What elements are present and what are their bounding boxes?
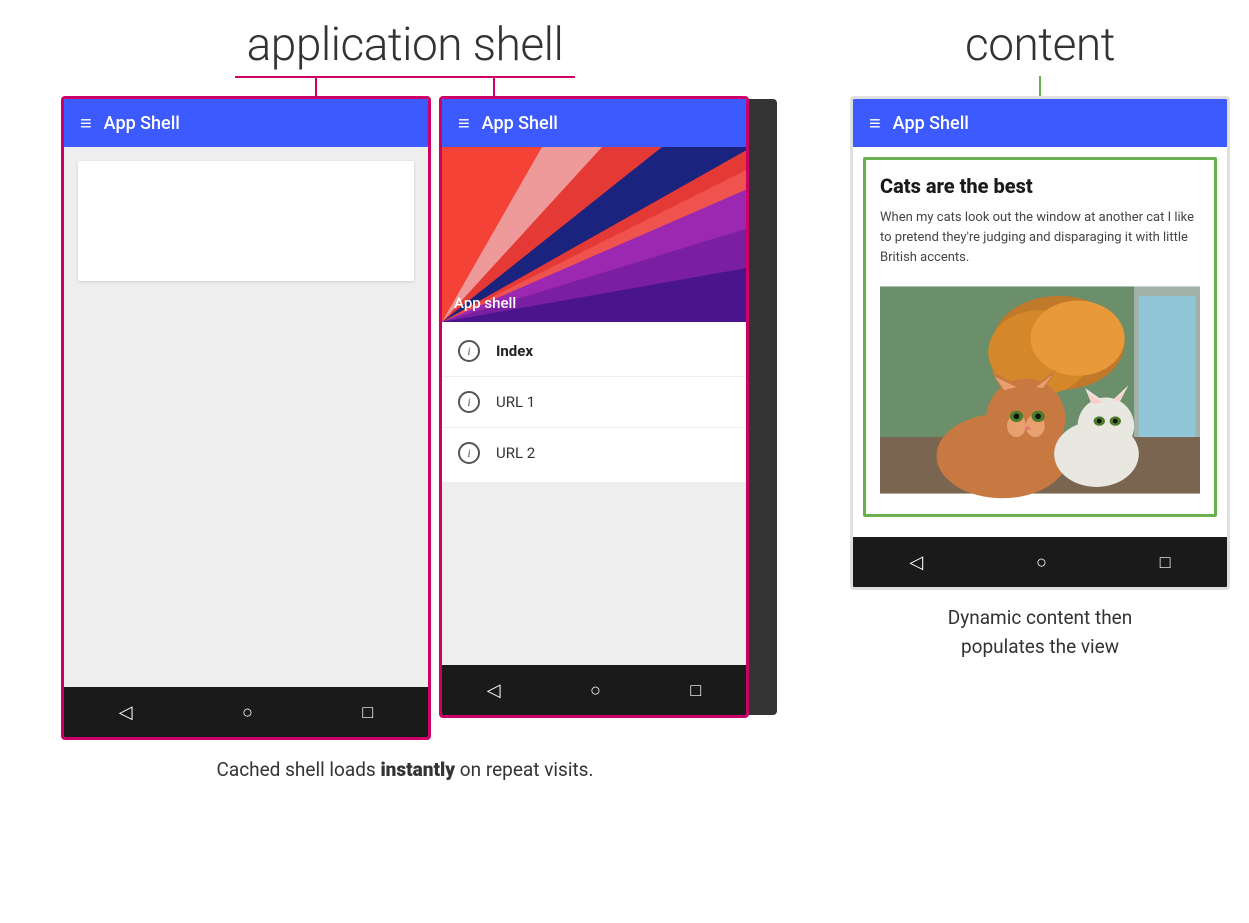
phone2-toolbar: ≡ App Shell xyxy=(442,99,746,147)
home-icon-1: ○ xyxy=(242,702,253,723)
phone2-navbar: ◁ ○ □ xyxy=(442,665,746,715)
hamburger-icon-3: ≡ xyxy=(869,111,881,136)
back-icon-2: ◁ xyxy=(487,680,501,701)
phone1-title: App Shell xyxy=(104,113,180,134)
square-icon-2: □ xyxy=(690,680,701,701)
right-caption: Dynamic content then populates the view xyxy=(948,604,1132,661)
hero-image: App shell xyxy=(442,147,746,322)
square-icon-1: □ xyxy=(362,702,373,723)
phone-1: ≡ App Shell ◁ ○ □ xyxy=(61,96,431,740)
phone-3: ≡ App Shell Cats are the best When my ca… xyxy=(850,96,1230,590)
content-label: content xyxy=(965,18,1115,72)
back-icon-3: ◁ xyxy=(909,552,923,573)
info-icon-url2: i xyxy=(458,442,480,464)
drawer-list: i Index i URL 1 i URL 2 xyxy=(442,322,746,482)
drawer-app-label: App shell xyxy=(454,294,516,312)
phone3-navbar: ◁ ○ □ xyxy=(853,537,1227,587)
left-caption: Cached shell loads instantly on repeat v… xyxy=(217,756,594,785)
square-icon-3: □ xyxy=(1160,552,1171,573)
phone1-toolbar: ≡ App Shell xyxy=(64,99,428,147)
home-icon-3: ○ xyxy=(1036,552,1047,573)
phone1-body xyxy=(64,147,428,687)
drawer-item-index: i Index xyxy=(442,326,746,377)
phone3-body: Cats are the best When my cats look out … xyxy=(853,147,1227,527)
content-article-title: Cats are the best xyxy=(880,174,1200,198)
application-shell-label: application shell xyxy=(247,18,564,72)
hamburger-icon-1: ≡ xyxy=(80,111,92,136)
drawer-label-url2: URL 2 xyxy=(496,444,535,462)
drawer-label-index: Index xyxy=(496,342,533,360)
back-icon-1: ◁ xyxy=(119,702,133,723)
content-article-text: When my cats look out the window at anot… xyxy=(880,208,1200,268)
info-icon-url1: i xyxy=(458,391,480,413)
phone1-navbar: ◁ ○ □ xyxy=(64,687,428,737)
phone3-title: App Shell xyxy=(893,113,969,134)
drawer-item-url2: i URL 2 xyxy=(442,428,746,478)
cat-image xyxy=(880,280,1200,500)
home-icon-2: ○ xyxy=(590,680,601,701)
drawer-label-url1: URL 1 xyxy=(496,393,535,411)
content-placeholder xyxy=(78,161,414,281)
content-green-box: Cats are the best When my cats look out … xyxy=(863,157,1217,517)
phone-2: ≡ App Shell xyxy=(439,96,749,718)
info-icon-index: i xyxy=(458,340,480,362)
phone2-title: App Shell xyxy=(482,113,558,134)
phone3-toolbar: ≡ App Shell xyxy=(853,99,1227,147)
hamburger-icon-2: ≡ xyxy=(458,111,470,136)
drawer-item-url1: i URL 1 xyxy=(442,377,746,428)
